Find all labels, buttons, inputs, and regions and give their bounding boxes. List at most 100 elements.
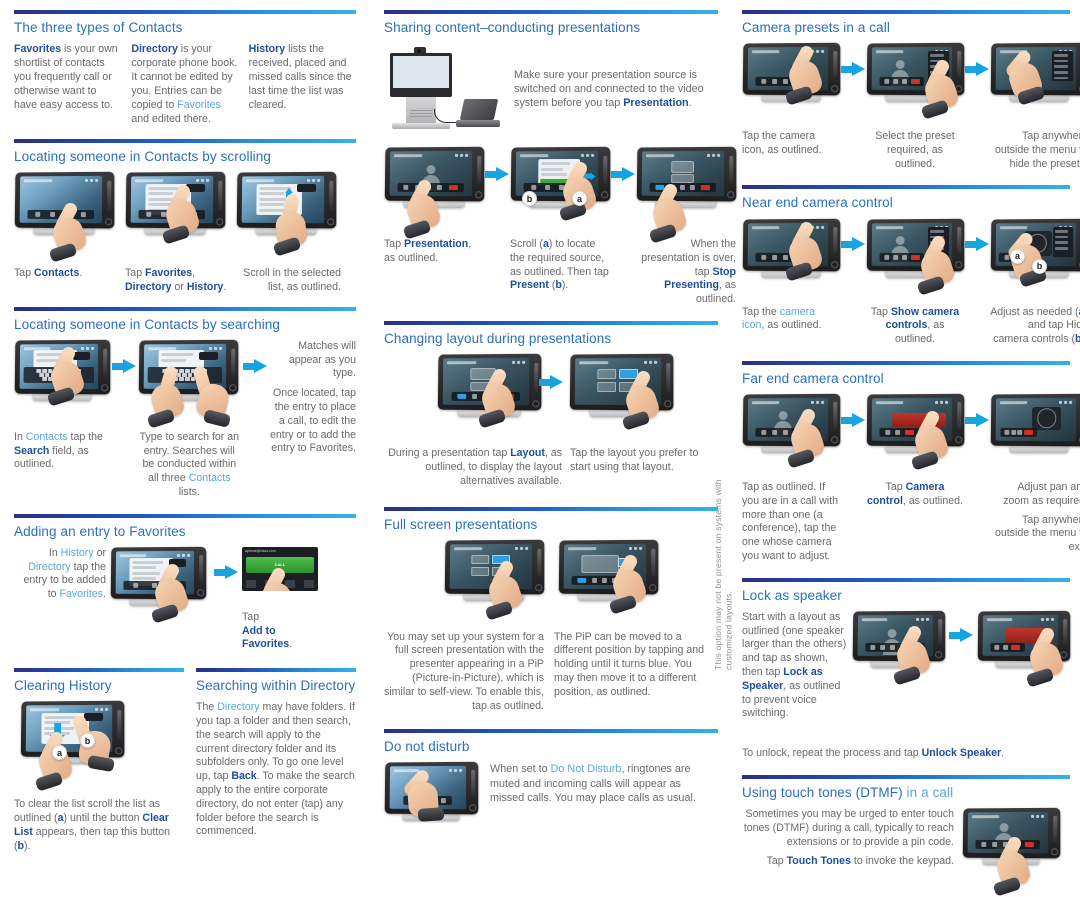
codec-stand [406, 97, 436, 124]
step-tap-entry [110, 546, 210, 624]
stand-base [392, 123, 450, 130]
touch-panel-illustration [138, 339, 239, 429]
step-caption: Type to search for an entry. Searches wi… [138, 431, 241, 500]
arrow-icon [841, 237, 865, 252]
term-favorites: Favorites [14, 43, 62, 56]
scroll-arrow-icon [573, 172, 596, 181]
body-post: . [688, 97, 692, 110]
lock-as-speaker-button[interactable] [1005, 627, 1054, 645]
marker-badge-a: a [1010, 248, 1025, 264]
step-caption: Tap Camera control, as outlined. [866, 481, 964, 509]
caption-pre: Tap [125, 267, 146, 280]
changing-layout-caption-1: During a presentation tap Layout, as out… [384, 447, 562, 488]
step-caption: In Contacts tap the Search field, as out… [14, 431, 110, 472]
touch-panel-illustration [742, 393, 841, 469]
section-title: Far end camera control [742, 370, 884, 386]
touch-panel-illustration [110, 546, 207, 624]
step-scroll-list: Scroll in the selected list, as outlined… [236, 171, 341, 295]
step-caption: Tap as outlined. If you are in a call wi… [742, 481, 838, 562]
caption-bold-3: History [186, 280, 224, 293]
step-hide-presets: Tap anywhere outside the menu to hide th… [990, 42, 1080, 171]
section-adding-entry-to-favorites: Adding an entry to Favorites In History … [14, 500, 356, 652]
caption-mid-1: or [93, 546, 106, 559]
step-adjust-camera: a b Adjust as needed (a) and tap Hide ca… [990, 218, 1080, 347]
step-caption-a: Adjust pan and zoom as required. [1003, 481, 1080, 507]
step-caption: Tap Show camera controls, as outlined. [866, 306, 964, 347]
caption-link: Contacts [188, 472, 231, 485]
caption-bold: Add to Favorites [242, 624, 290, 651]
caption-mid-2: or [171, 280, 187, 293]
touch-panel-illustration [990, 393, 1080, 454]
step-caption: Tap anywhere outside the menu to hide th… [994, 130, 1080, 170]
clearing-history-caption: To clear the list scroll the list as out… [14, 798, 184, 853]
touch-panel-illustration [742, 42, 841, 106]
caption-post: . [289, 638, 293, 651]
section-divider [14, 668, 184, 673]
section-title: Searching within Directory [196, 678, 356, 694]
section-three-types-of-contacts: The three types of Contacts Favorites is… [14, 0, 356, 127]
step-tap-camera-icon: Tap the camera icon, as outlined. [742, 218, 841, 334]
section-divider [14, 513, 356, 518]
step-tap-layout [423, 353, 542, 429]
section-title: Adding an entry to Favorites [14, 523, 186, 539]
step-caption: When the presentation is over, tap Stop … [636, 238, 736, 307]
footer-pre: Tap [766, 855, 787, 868]
caption-pre: Tap the [742, 305, 780, 318]
section-divider [742, 10, 1070, 14]
add-to-favorites-screen: aphone@cisco.com CALL [242, 546, 318, 591]
touch-panel-illustration [444, 539, 545, 621]
footer-bold: Unlock Speaker [921, 747, 1002, 760]
dtmf-footer: Tap Touch Tones to invoke the keypad. [742, 855, 954, 869]
touch-panel-illustration [384, 146, 485, 240]
section-locating-by-scrolling: Locating someone in Contacts by scrollin… [14, 127, 356, 295]
link-favorites: Favorites [177, 99, 221, 112]
section-lock-as-speaker: Lock as speaker Start with a layout as o… [742, 564, 1071, 761]
step-scroll-and-present: b a Scroll (a) to locate the required so… [510, 146, 611, 293]
touch-panel-illustration [990, 42, 1080, 106]
caption-pre: Tap [384, 238, 405, 251]
section-divider [384, 729, 718, 734]
caption-marker-b: b [1075, 333, 1080, 346]
section-locating-by-searching: Locating someone in Contacts by searchin… [14, 295, 356, 500]
camera-control-button[interactable] [892, 412, 946, 427]
marker-badge-b: b [1032, 258, 1047, 274]
caption-pre: Adjust as needed ( [990, 305, 1079, 318]
section-sharing-content: Sharing content–conducting presentations… [384, 0, 718, 135]
step-show-camera-controls: Tap Show camera controls, as outlined. [866, 218, 965, 347]
body-bold: Presentation [623, 97, 689, 110]
section-title-part-b: in a call [906, 784, 954, 800]
body-bold: Back [231, 770, 257, 783]
step-caption: Scroll (a) to locate the required source… [510, 238, 610, 293]
call-button[interactable]: CALL [246, 556, 314, 573]
step-tap-list: Tap Favorites, Directory or History. [125, 171, 230, 295]
body-pre: The [196, 701, 218, 714]
contacts-type-directory: Directory is your corporate phone book. … [131, 43, 238, 127]
section-title: Locating someone in Contacts by scrollin… [14, 149, 271, 164]
sharing-content-text: Make sure your presentation source is sw… [514, 68, 714, 111]
section-divider [384, 321, 718, 326]
searching-directory-body: The Directory may have folders. If you t… [196, 701, 356, 839]
section-title: Near end camera control [742, 195, 893, 211]
caption-link-history: History [60, 546, 94, 559]
section-divider [196, 668, 356, 673]
section-title: Lock as speaker [742, 587, 842, 603]
step-tap-search-field: In Contacts tap the Search field, as out… [14, 339, 111, 472]
step-stop-presenting: When the presentation is over, tap Stop … [636, 146, 737, 307]
touch-panel-illustration [742, 218, 841, 282]
step-tap-presentation: Tap Presentation, as outlined. [384, 146, 485, 266]
step-caption-a: Matches will appear as you type. [288, 339, 356, 380]
touch-panel-illustration [866, 393, 965, 471]
step-caption: Tap the camera icon, as outlined. [742, 306, 840, 334]
touch-panel-illustration [558, 539, 659, 615]
touch-panel-illustration: a b [20, 701, 125, 793]
arrow-icon [242, 359, 267, 374]
pan-zoom-pad[interactable] [1032, 406, 1062, 431]
step-adjust-pan-zoom: Adjust pan and zoom as required. Tap any… [990, 393, 1080, 555]
caption-bold: Present [510, 279, 549, 292]
caption-post: ). [24, 839, 31, 852]
arrow-icon [485, 166, 509, 182]
section-title: Clearing History [14, 678, 112, 694]
caption-bold-2: Directory [125, 280, 172, 293]
display-screen [390, 53, 452, 98]
step-matches-appear: Matches will appear as you type. Once lo… [269, 340, 356, 456]
